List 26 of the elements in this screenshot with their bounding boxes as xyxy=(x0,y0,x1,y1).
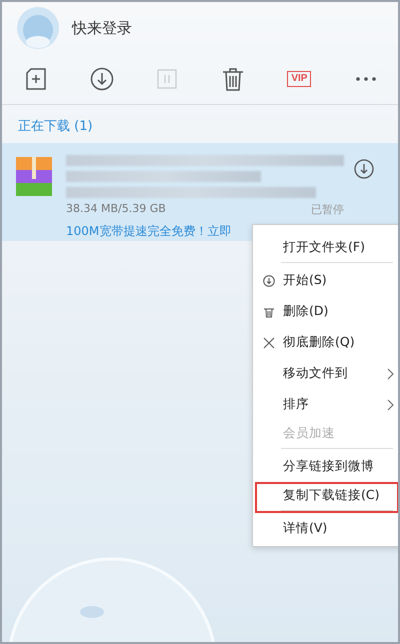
trash-icon xyxy=(222,67,244,91)
menu-item[interactable]: 彻底删除(Q) xyxy=(255,327,398,358)
menu-item[interactable]: 详情(V) xyxy=(255,513,398,544)
menu-item[interactable]: 移动文件到 xyxy=(255,358,398,389)
menu-item[interactable]: 复制下载链接(C) xyxy=(255,482,398,513)
download-icon xyxy=(90,67,114,91)
download-size: 38.34 MB/5.39 GB xyxy=(66,202,166,217)
chevron-right-icon xyxy=(387,368,395,380)
download-item[interactable]: 38.34 MB/5.39 GB 已暂停 100M宽带提速完全免费！立即 xyxy=(2,143,398,241)
trash-icon xyxy=(263,306,275,318)
archive-file-icon xyxy=(16,157,52,197)
login-prompt[interactable]: 快来登录 xyxy=(72,18,132,38)
menu-item[interactable]: 开始(S) xyxy=(255,265,398,296)
more-icon xyxy=(356,77,376,81)
section-title: 正在下载 (1) xyxy=(17,118,94,136)
menu-item[interactable]: 删除(D) xyxy=(255,296,398,327)
download-icon xyxy=(263,274,275,286)
close-icon xyxy=(263,336,275,348)
download-icon[interactable] xyxy=(354,159,374,179)
vip-button[interactable]: VIP xyxy=(284,66,314,92)
chevron-right-icon xyxy=(387,398,395,410)
download-status: 已暂停 xyxy=(311,202,344,217)
pause-icon xyxy=(157,69,178,89)
menu-item[interactable]: 分享链接到微博 xyxy=(255,451,398,482)
add-file-icon xyxy=(25,67,47,91)
menu-item[interactable]: 排序 xyxy=(255,389,398,420)
